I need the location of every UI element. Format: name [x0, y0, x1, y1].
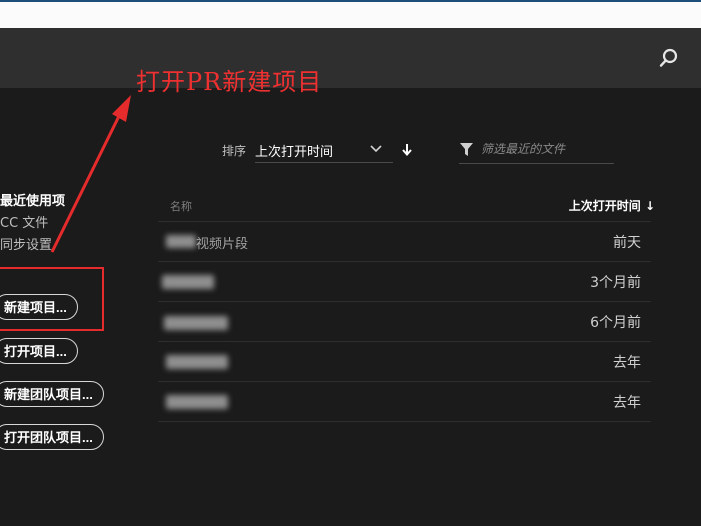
- arrow-down-icon[interactable]: [401, 143, 413, 157]
- redacted-filename: [166, 235, 196, 248]
- last-opened: 前天: [613, 235, 641, 251]
- last-opened: 去年: [613, 355, 641, 371]
- recent-files-table: 名称 上次打开时间 ↓ 视频片段 前天 3个月前 6个月前 去年 去年: [158, 191, 655, 422]
- annotation-text: 打开PR新建项目: [136, 68, 323, 96]
- table-row[interactable]: 视频片段 前天: [158, 222, 651, 262]
- sort-value: 上次打开时间: [255, 145, 334, 160]
- sort-label: 排序: [222, 144, 247, 158]
- search-icon[interactable]: [657, 46, 681, 70]
- table-row[interactable]: 去年: [158, 382, 651, 422]
- column-header-name[interactable]: 名称: [170, 198, 192, 214]
- filter-input[interactable]: [481, 138, 611, 160]
- sidebar-item-recent[interactable]: 最近使用项: [0, 191, 65, 213]
- redacted-filename: [166, 355, 228, 369]
- sidebar-nav: 最近使用项 CC 文件 同步设置: [0, 191, 65, 257]
- open-team-project-button[interactable]: 打开团队项目...: [0, 424, 104, 450]
- new-team-project-button[interactable]: 新建团队项目...: [0, 381, 104, 407]
- redacted-filename: [164, 316, 228, 330]
- sidebar-item-sync-settings[interactable]: 同步设置: [0, 235, 65, 257]
- new-project-button[interactable]: 新建项目...: [0, 294, 78, 320]
- table-row[interactable]: 去年: [158, 342, 651, 382]
- redacted-filename: [166, 395, 228, 409]
- sort-arrow-icon: ↓: [644, 199, 655, 213]
- column-header-last-opened[interactable]: 上次打开时间 ↓: [569, 197, 655, 214]
- file-name: 视频片段: [196, 237, 249, 252]
- header-bar: [0, 28, 701, 88]
- last-opened: 6个月前: [590, 315, 641, 331]
- redacted-filename: [162, 275, 214, 289]
- open-project-button[interactable]: 打开项目...: [0, 338, 78, 364]
- title-bar: [0, 0, 701, 28]
- sort-dropdown[interactable]: 上次打开时间: [255, 138, 393, 163]
- last-opened: 3个月前: [590, 275, 641, 291]
- filter-field: [459, 138, 614, 164]
- table-header: 名称 上次打开时间 ↓: [158, 191, 655, 222]
- table-row[interactable]: 6个月前: [158, 302, 651, 342]
- table-row[interactable]: 3个月前: [158, 262, 651, 302]
- chevron-down-icon: [370, 145, 382, 153]
- funnel-icon: [460, 143, 473, 156]
- sidebar-item-cc-files[interactable]: CC 文件: [0, 213, 65, 235]
- last-opened: 去年: [613, 395, 641, 411]
- column-header-last-opened-label: 上次打开时间: [568, 199, 641, 213]
